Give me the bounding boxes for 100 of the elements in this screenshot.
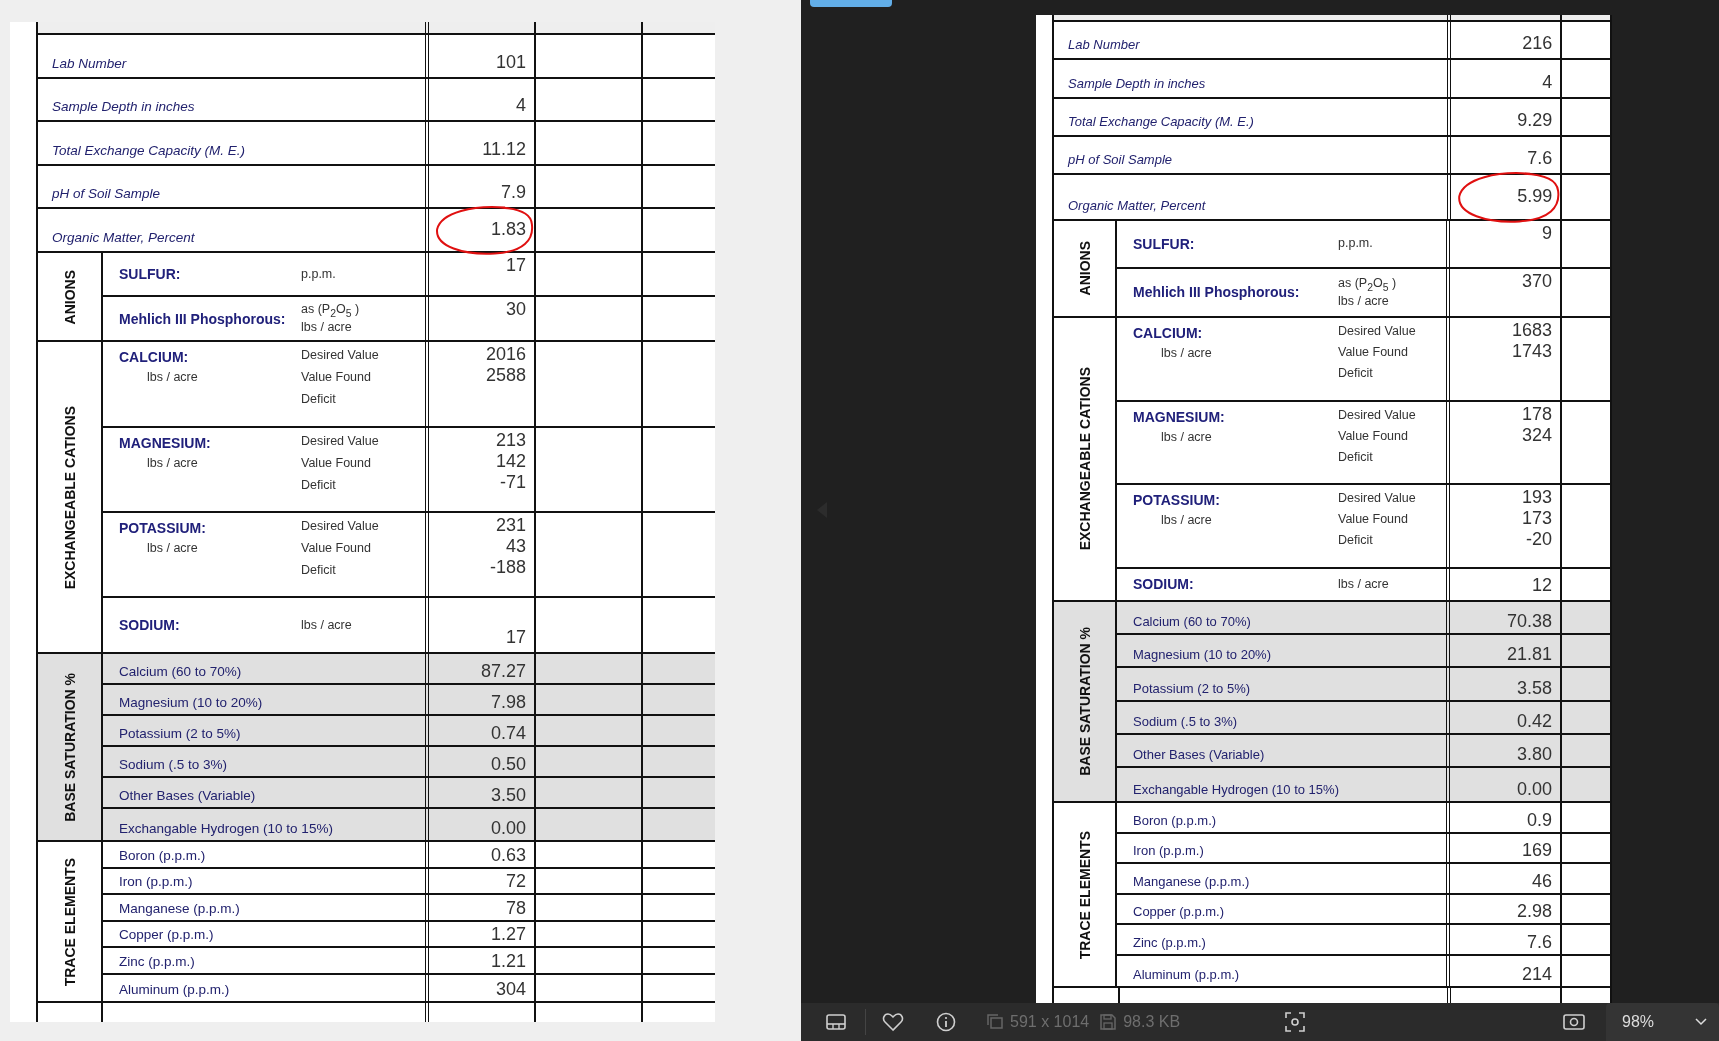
cell-value: 324 (1521, 424, 1552, 446)
cell-value: 21.81 (1506, 644, 1552, 666)
row-label: Magnesium (10 to 20%) (1133, 647, 1271, 663)
cell-value: -71 (500, 471, 526, 493)
section-title: TRACE ELEMENTS (61, 857, 78, 986)
cell-value: 72 (505, 871, 526, 893)
measure-label: Deficit (1338, 366, 1374, 382)
row-label: Manganese (p.p.m.) (1133, 873, 1250, 889)
cell-value: 3.50 (490, 785, 526, 807)
cell-value: 0.00 (490, 818, 526, 840)
measure-label: Deficit (301, 562, 337, 578)
row-label: Sample Depth in inches (52, 99, 195, 115)
row-label: pH of Soil Sample (1068, 152, 1173, 168)
measure-label: Desired Value (1338, 324, 1417, 340)
measure-label: Desired Value (301, 433, 380, 449)
cell-value: 1.27 (490, 924, 526, 946)
fit-screen-icon[interactable] (1562, 1012, 1586, 1032)
cell-value: 9 (1542, 223, 1552, 245)
section-title: EXCHANGEABLE CATIONS (61, 405, 78, 589)
cell-value: 213 (495, 429, 526, 451)
measure-label: Value Found (301, 370, 372, 386)
cell-value: 231 (495, 514, 526, 536)
row-label: Sodium (.5 to 3%) (1133, 713, 1238, 729)
measure-label: Desired Value (301, 518, 380, 534)
measure-label: Desired Value (301, 348, 380, 364)
cell-value: -20 (1526, 529, 1552, 551)
row-label: Calcium (60 to 70%) (119, 664, 242, 680)
row-label: Organic Matter, Percent (1068, 198, 1206, 214)
row-label: Exchangable Hydrogen (10 to 15%) (119, 821, 333, 837)
row-label: Aluminum (p.p.m.) (1133, 967, 1240, 983)
unit-label: as (P$_{2}$O$_{5}$ ) (301, 302, 361, 321)
image-dimensions: 591 x 1014 (1010, 1013, 1090, 1031)
unit-label: lbs / acre (146, 370, 199, 386)
filmstrip-icon[interactable] (825, 1012, 847, 1032)
row-label: Total Exchange Capacity (M. E.) (1068, 113, 1254, 129)
measure-label: Value Found (301, 540, 372, 556)
cell-value: 0.00 (1516, 779, 1552, 801)
cell-value: 370 (1521, 270, 1552, 292)
nutrient-name: MAGNESIUM: (1133, 408, 1225, 425)
row-label: Copper (p.p.m.) (119, 927, 214, 943)
cell-value: 46 (1531, 870, 1552, 892)
cell-value: 101 (495, 51, 526, 73)
nutrient-name: POTASSIUM: (1133, 492, 1220, 509)
row-label: Iron (p.p.m.) (119, 874, 193, 890)
row-label: Magnesium (10 to 20%) (119, 695, 263, 711)
heart-icon[interactable] (882, 1012, 904, 1032)
cell-value: 142 (495, 450, 526, 472)
measure-label: Desired Value (1338, 407, 1417, 423)
cell-value: 12 (1531, 574, 1552, 596)
cell-value: 70.38 (1506, 611, 1552, 632)
section-title: ANIONS (61, 269, 78, 325)
unit-label: lbs / acre (1338, 576, 1390, 592)
zoom-dropdown[interactable]: 98% (1606, 1003, 1719, 1041)
cell-value: 78 (505, 897, 526, 919)
row-label: Iron (p.p.m.) (1133, 843, 1204, 859)
cell-value: 3.58 (1516, 677, 1552, 699)
cell-value: 4 (516, 95, 526, 117)
nutrient-name: Mehlich III Phosphorous: (1133, 284, 1301, 301)
section-title: BASE SATURATION % (61, 672, 78, 822)
cell-value: 1683 (1511, 320, 1552, 342)
cell-value: 7.9 (500, 182, 526, 204)
section-title: TRACE ELEMENTS (1076, 830, 1093, 960)
nutrient-name: MAGNESIUM: (119, 434, 211, 451)
cell-value: 5.99 (1517, 185, 1553, 207)
row-label: Zinc (p.p.m.) (119, 953, 195, 969)
cell-value: 193 (1521, 487, 1552, 509)
focus-icon[interactable] (1284, 1011, 1307, 1033)
cell-value: 173 (1521, 508, 1552, 530)
nutrient-name: CALCIUM: (1133, 325, 1203, 342)
unit-label: lbs / acre (301, 320, 353, 336)
unit-label: p.p.m. (301, 266, 337, 282)
unit-label: lbs / acre (1160, 346, 1213, 362)
cell-value: 7.98 (490, 692, 526, 714)
row-label: Organic Matter, Percent (52, 230, 195, 246)
row-label: Manganese (p.p.m.) (119, 900, 240, 916)
row-label: Potassium (2 to 5%) (1133, 680, 1251, 696)
cell-value: 2588 (485, 365, 526, 387)
measure-label: Value Found (1338, 428, 1409, 444)
row-label: Exchangable Hydrogen (10 to 15%) (1133, 782, 1339, 798)
measure-label: Deficit (301, 477, 337, 493)
section-title: EXCHANGEABLE CATIONS (1076, 367, 1093, 551)
row-label: Calcium (60 to 70%) (1133, 614, 1251, 629)
nutrient-name: SULFUR: (119, 266, 182, 283)
row-label: Other Bases (Variable) (1133, 747, 1265, 763)
cell-value: 2.98 (1516, 901, 1552, 923)
unit-label: lbs / acre (146, 540, 199, 556)
row-label: Copper (p.p.m.) (1133, 904, 1225, 920)
nutrient-name: CALCIUM: (119, 349, 189, 366)
cell-value: 1743 (1511, 341, 1552, 363)
unit-label: as (P$_{2}$O$_{5}$ ) (1338, 275, 1398, 294)
cell-value: 216 (1522, 33, 1553, 55)
chevron-down-icon (1695, 1018, 1707, 1026)
cell-value: 4 (1542, 71, 1553, 93)
cell-value: 304 (495, 979, 526, 1001)
row-label: Boron (p.p.m.) (119, 847, 206, 863)
cell-value: 9.29 (1517, 109, 1553, 131)
unit-label: p.p.m. (1338, 236, 1374, 252)
cell-value: 2016 (485, 344, 526, 366)
cell-value: 87.27 (480, 661, 526, 683)
info-icon[interactable] (936, 1012, 956, 1032)
